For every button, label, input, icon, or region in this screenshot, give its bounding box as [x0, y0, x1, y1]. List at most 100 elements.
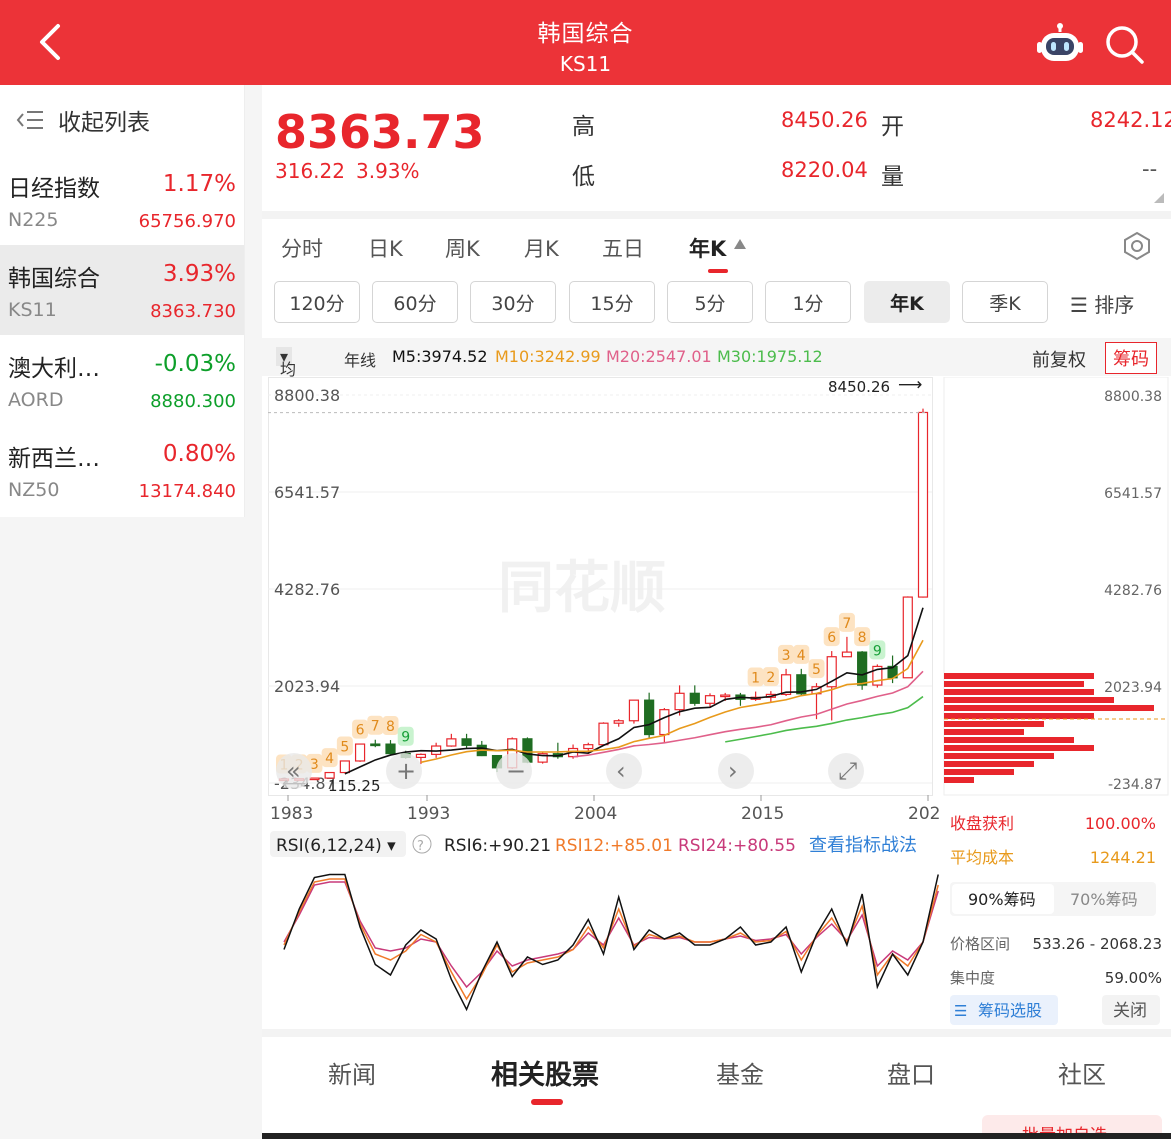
td-count-label: 4 — [797, 648, 806, 664]
interval-60m-button[interactable]: 60分 — [372, 281, 458, 323]
interval-1m-button[interactable]: 1分 — [765, 281, 851, 323]
caret-up-icon — [734, 239, 746, 249]
price-range-value: 533.26 - 2068.23 — [1033, 935, 1162, 953]
td-count-label: 8 — [386, 719, 395, 735]
sidebar-item-n225[interactable]: 日经指数 N225 1.17% 65756.970 — [0, 155, 244, 245]
ma30-value: M30:1975.12 — [717, 347, 823, 366]
tab-daily[interactable]: 日K — [368, 233, 403, 263]
price-range-label: 价格区间 — [950, 935, 1010, 953]
tab-five-day[interactable]: 五日 — [602, 233, 644, 263]
td-count-label: 4 — [325, 751, 334, 767]
td-count-label: 5 — [812, 662, 821, 678]
y-tick-label: 6541.57 — [274, 483, 340, 502]
sidebar-item-name: 日经指数 — [8, 176, 100, 202]
x-tick-label: 2026 — [908, 804, 940, 824]
expand-corner-icon[interactable] — [1154, 193, 1164, 203]
interval-5m-button[interactable]: 5分 — [667, 281, 753, 323]
sidebar-item-nz50[interactable]: 新西兰… NZ50 0.80% 13174.840 — [0, 425, 244, 515]
tab-weekly[interactable]: 周K — [445, 233, 480, 263]
max-price-label: 8450.26 — [828, 378, 890, 396]
high-value: 8450.26 — [781, 108, 868, 132]
sidebar-item-name: 澳大利… — [8, 356, 100, 382]
td-count-label: 8 — [858, 630, 867, 646]
interval-120m-button[interactable]: 120分 — [274, 281, 360, 323]
candle-body — [309, 777, 320, 781]
chip-y-tick-label: 6541.57 — [1104, 486, 1162, 502]
adjust-toggle[interactable]: 前复权 — [1032, 346, 1086, 372]
sidebar-item-name: 韩国综合 — [8, 266, 100, 292]
page-title: 韩国综合 — [537, 21, 634, 47]
ma-type-dropdown[interactable]: 均线 ▾ — [276, 347, 296, 403]
interval-15m-button[interactable]: 15分 — [569, 281, 655, 323]
tab-funds[interactable]: 基金 — [716, 1055, 764, 1090]
ma-legend-row: 均线 ▾ 年线 M5:3974.52 M10:3242.99 M20:2547.… — [262, 338, 1171, 403]
candle-body — [857, 651, 868, 686]
ma-line-name: 年线 — [344, 351, 377, 370]
chip-bar — [944, 777, 974, 783]
candle-body — [917, 411, 929, 598]
low-label: 低 — [572, 164, 595, 190]
robot-assistant-icon[interactable] — [1036, 22, 1084, 66]
td-count-label: 9 — [873, 643, 882, 659]
tab-related-stocks[interactable]: 相关股票 — [491, 1053, 599, 1092]
chip-close-button[interactable]: 关闭 — [1113, 1001, 1147, 1021]
gutter — [245, 85, 262, 1139]
sidebar-item-name: 新西兰… — [8, 446, 100, 472]
active-tab-indicator — [531, 1099, 563, 1105]
sidebar-empty-area — [0, 517, 245, 1139]
indicator-strategy-link[interactable]: 查看指标战法 — [809, 835, 917, 856]
divider — [262, 211, 1171, 219]
x-tick-label: 1993 — [407, 804, 450, 824]
sidebar-item-code: AORD — [8, 389, 64, 411]
interval-30m-button[interactable]: 30分 — [470, 281, 556, 323]
chip-y-tick-label: 8800.38 — [1104, 389, 1162, 405]
chip-distribution-button[interactable]: 筹码 — [1105, 342, 1157, 374]
sidebar-item-pct: 3.93% — [162, 261, 236, 287]
scroll-right-icon: › — [728, 757, 738, 785]
chip-bar — [944, 753, 1054, 759]
settings-hexagon-icon[interactable] — [1122, 231, 1152, 261]
candle-body — [659, 709, 670, 736]
tab-yearly[interactable]: 年K — [689, 233, 726, 263]
collapse-list-button[interactable]: 收起列表 — [0, 85, 244, 155]
x-tick-label: 1983 — [270, 804, 313, 824]
interval-yearly-button[interactable]: 年K — [864, 281, 950, 323]
chip-bar — [944, 729, 1024, 735]
last-price: 8363.73 — [275, 105, 485, 159]
ma10-value: M10:3242.99 — [495, 347, 601, 366]
chip-bar — [944, 673, 1094, 679]
sidebar-item-price: 8880.300 — [150, 391, 236, 412]
profit-value: 100.00% — [1085, 814, 1156, 833]
kline-chart[interactable]: 同花顺8800.386541.574282.762023.94-234.8784… — [268, 377, 940, 1029]
chip-tab-70[interactable]: 70%筹码 — [1070, 890, 1138, 909]
tab-order-book[interactable]: 盘口 — [887, 1055, 935, 1090]
chip-bar — [944, 769, 1014, 775]
candle-body — [704, 695, 716, 704]
collapse-list-icon — [16, 111, 43, 129]
tab-intraday[interactable]: 分时 — [281, 233, 323, 263]
chip-distribution-panel: 8800.38 6541.57 4282.76 2023.94 -234.87 收盘获利 1… — [943, 377, 1169, 1025]
tab-monthly[interactable]: 月K — [524, 233, 559, 263]
candle-body — [461, 738, 472, 746]
sidebar-item-ks11[interactable]: 韩国综合 KS11 3.93% 8363.730 — [0, 245, 244, 335]
sidebar-item-aord[interactable]: 澳大利… AORD -0.03% 8880.300 — [0, 335, 244, 425]
chip-select-button[interactable]: 筹码选股 — [978, 1001, 1042, 1020]
high-label: 高 — [572, 114, 595, 140]
list-icon: ☰ — [954, 1002, 967, 1020]
candle-body — [689, 692, 700, 704]
chip-tab-90[interactable]: 90%筹码 — [968, 890, 1036, 909]
profit-label: 收盘获利 — [950, 814, 1014, 833]
sort-button[interactable]: ☰ 排序 — [1070, 289, 1134, 318]
fullscreen-icon: ⤢ — [838, 757, 857, 785]
td-count-label: 9 — [401, 730, 410, 746]
chip-bar — [944, 737, 1074, 743]
open-label: 开 — [881, 114, 904, 140]
td-count-label: 1 — [751, 671, 760, 687]
chip-y-tick-label: 4282.76 — [1104, 583, 1162, 599]
search-icon[interactable] — [1102, 22, 1146, 66]
ma20-value: M20:2547.01 — [606, 347, 712, 366]
tab-news[interactable]: 新闻 — [328, 1055, 376, 1090]
tab-community[interactable]: 社区 — [1058, 1055, 1106, 1090]
candle-body — [720, 694, 731, 698]
interval-quarterly-button[interactable]: 季K — [962, 281, 1048, 323]
